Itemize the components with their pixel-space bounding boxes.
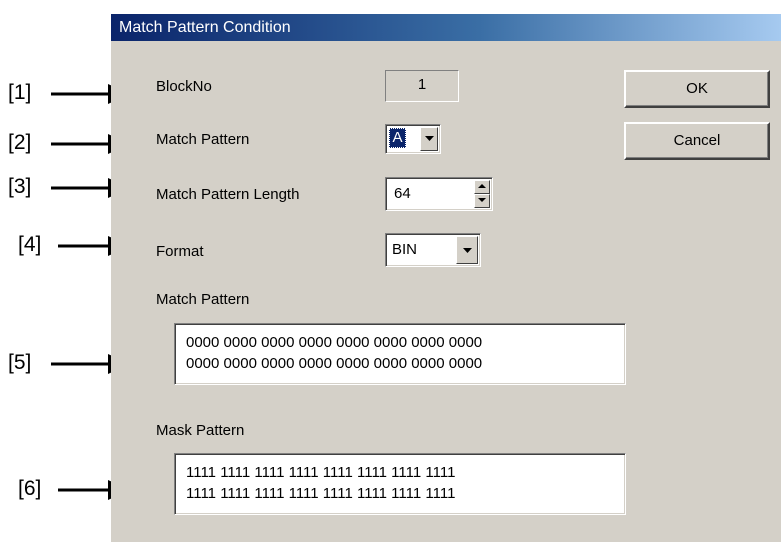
callout-3: [3] xyxy=(8,172,130,202)
match-pattern-select[interactable]: A xyxy=(385,124,441,154)
length-value: 64 xyxy=(394,185,411,202)
mask-pattern-textbox[interactable]: 1111 1111 1111 1111 1111 1111 1111 1111 … xyxy=(174,453,626,515)
spin-up-button[interactable] xyxy=(474,180,490,194)
spin-down-button[interactable] xyxy=(474,194,490,208)
match-pattern-line-1: 0000 0000 0000 0000 0000 0000 0000 0000 xyxy=(186,334,483,351)
mask-pattern-line-2: 1111 1111 1111 1111 1111 1111 1111 1111 xyxy=(186,485,456,502)
block-no-label: BlockNo xyxy=(156,78,212,95)
format-dropdown-button[interactable] xyxy=(456,236,478,264)
match-pattern-dropdown-button[interactable] xyxy=(420,127,438,151)
block-no-value: 1 xyxy=(417,76,427,93)
ok-label: OK xyxy=(686,80,708,97)
callout-2: [2] xyxy=(8,128,130,158)
ok-button[interactable]: OK xyxy=(624,70,770,108)
spin-down-icon xyxy=(478,198,486,202)
title-bar[interactable]: Match Pattern Condition xyxy=(111,14,781,41)
match-pattern-section-label: Match Pattern xyxy=(156,291,250,308)
mask-pattern-line-1: 1111 1111 1111 1111 1111 1111 1111 1111 xyxy=(186,464,456,481)
match-pattern-dialog: Match Pattern Condition BlockNo 1 Match … xyxy=(111,14,781,542)
format-label: Format xyxy=(156,243,204,260)
dropdown-arrow-icon xyxy=(425,136,434,141)
mask-pattern-section-label: Mask Pattern xyxy=(156,422,245,439)
length-label: Match Pattern Length xyxy=(156,186,300,203)
length-spin-buttons xyxy=(474,180,490,208)
format-select[interactable]: BIN xyxy=(385,233,481,267)
callout-1: [1] xyxy=(8,78,130,108)
dialog-title: Match Pattern Condition xyxy=(119,19,291,36)
callout-5: [5] xyxy=(8,348,130,378)
length-spinbox[interactable]: 64 xyxy=(385,177,493,211)
match-pattern-selected-value: A xyxy=(389,128,406,148)
cancel-button[interactable]: Cancel xyxy=(624,122,770,160)
callout-6: [6] xyxy=(8,474,130,504)
spin-up-icon xyxy=(478,184,486,188)
match-pattern-label: Match Pattern xyxy=(156,131,250,148)
block-no-field: 1 xyxy=(385,70,459,102)
callout-4: [4] xyxy=(8,230,130,260)
match-pattern-textbox[interactable]: 0000 0000 0000 0000 0000 0000 0000 0000 … xyxy=(174,323,626,385)
match-pattern-line-2: 0000 0000 0000 0000 0000 0000 0000 0000 xyxy=(186,355,483,372)
format-value: BIN xyxy=(392,241,418,258)
dropdown-arrow-icon xyxy=(463,248,472,253)
cancel-label: Cancel xyxy=(673,132,721,149)
